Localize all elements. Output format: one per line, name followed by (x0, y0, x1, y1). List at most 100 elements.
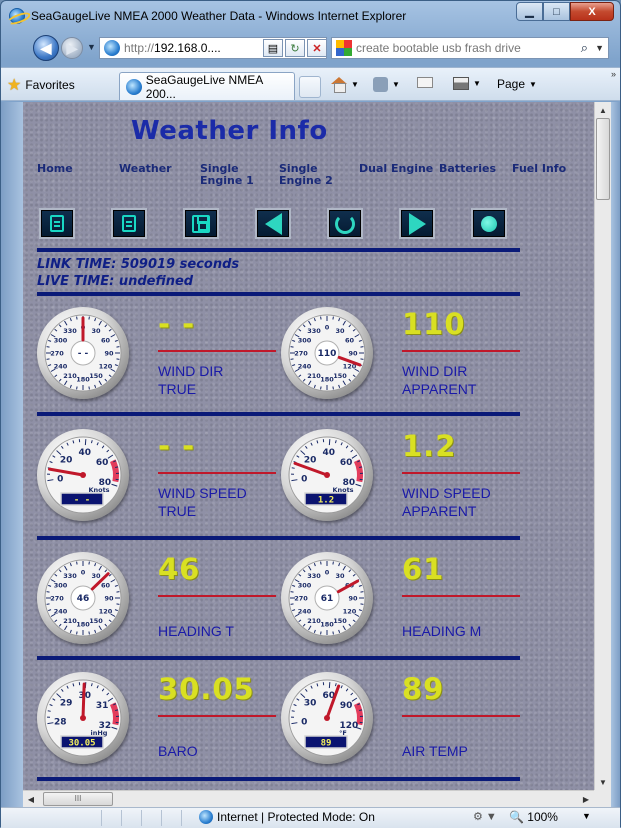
window-title: SeaGaugeLive NMEA 2000 Weather Data - Wi… (31, 9, 406, 23)
baro-label: BARO (158, 742, 198, 760)
status-bar: Internet | Protected Mode: On ⚙ ▼ 🔍 100%… (1, 807, 620, 828)
scroll-down-icon[interactable]: ▼ (595, 774, 611, 790)
mail-button[interactable] (417, 77, 433, 88)
nav-batteries-link[interactable]: Batteries (439, 163, 496, 175)
svg-text:300: 300 (298, 337, 312, 345)
svg-text:30: 30 (91, 572, 101, 580)
svg-text:210: 210 (307, 617, 321, 625)
favorites-button[interactable]: ★ Favorites (7, 75, 75, 95)
chevron-right-icon[interactable]: » (611, 69, 616, 79)
stop-icon[interactable]: ✕ (307, 39, 327, 57)
window-frame-left (1, 102, 23, 808)
live-time-text: LIVE TIME: undefined (37, 274, 193, 289)
search-text: create bootable usb frash drive (356, 41, 521, 55)
nav-fuel-info-link[interactable]: Fuel Info (512, 163, 566, 175)
svg-text:40: 40 (79, 448, 92, 458)
tab-current[interactable]: SeaGaugeLive NMEA 200... (119, 72, 295, 100)
title-bar: SeaGaugeLive NMEA 2000 Weather Data - Wi… (1, 1, 620, 31)
divider (37, 777, 520, 781)
search-field[interactable]: create bootable usb frash drive ⌕ ▼ (331, 37, 609, 59)
play-button[interactable] (399, 208, 435, 239)
compatibility-icon[interactable]: ▤ (263, 39, 283, 57)
baro-underline (158, 715, 276, 717)
scroll-right-icon[interactable]: ▶ (578, 791, 594, 807)
svg-text:210: 210 (63, 617, 77, 625)
back-button[interactable]: ◀ (33, 35, 59, 61)
mail-icon (417, 77, 433, 88)
wind-dir-apparent-label: WIND DIRAPPARENT (402, 362, 476, 398)
svg-text:110: 110 (318, 349, 337, 359)
forward-button[interactable]: ▶ (61, 37, 83, 59)
scroll-left-icon[interactable]: ◀ (23, 791, 39, 807)
svg-text:300: 300 (54, 337, 68, 345)
air-temp-gauge: 0306090120°F89 (281, 672, 373, 764)
minimize-button[interactable]: ▁ (516, 2, 543, 21)
vertical-scroll-thumb[interactable] (596, 118, 610, 200)
zoom-dropdown-icon[interactable]: ▼ (582, 811, 591, 821)
print-button[interactable]: ▼ (453, 77, 481, 90)
wind-speed-true-label: WIND SPEEDTRUE (158, 484, 247, 520)
search-dropdown-icon[interactable]: ▼ (595, 43, 604, 53)
heading-t-value: 46 (158, 552, 200, 586)
scroll-up-icon[interactable]: ▲ (595, 102, 611, 118)
new-tab-button[interactable] (299, 76, 321, 98)
svg-text:89: 89 (321, 739, 332, 749)
wind-speed-apparent-label: WIND SPEEDAPPARENT (402, 484, 491, 520)
page-menu-button[interactable]: Page▼ (497, 77, 537, 91)
svg-text:150: 150 (333, 372, 347, 380)
wind-dir-true-value: - - (158, 307, 195, 341)
close-button[interactable]: X (570, 2, 614, 21)
svg-text:60: 60 (96, 458, 109, 468)
globe-icon (199, 810, 213, 824)
svg-text:46: 46 (77, 594, 90, 604)
home-icon (331, 77, 347, 91)
svg-text:0: 0 (301, 718, 307, 728)
back-arrow-button[interactable] (255, 208, 291, 239)
maximize-button[interactable]: □ (543, 2, 570, 21)
wind-dir-true-underline (158, 350, 276, 352)
page-menu-label: Page (497, 77, 525, 91)
url-host: 192.168.0.... (154, 41, 221, 55)
wind-speed-true-gauge: 020406080Knots- - (37, 429, 129, 521)
nav-home-link[interactable]: Home (37, 163, 73, 175)
wind-speed-true-label-line-2: TRUE (158, 502, 247, 520)
svg-text:90: 90 (104, 595, 114, 603)
air-temp-value: 89 (402, 672, 444, 706)
wind-dir-true-label-line-1: WIND DIR (158, 362, 223, 380)
save-icon (192, 215, 210, 233)
document-button-2[interactable] (111, 208, 147, 239)
wind-dir-true-label: WIND DIRTRUE (158, 362, 223, 398)
horizontal-scrollbar[interactable]: ◀ III ▶ (23, 790, 594, 807)
divider (37, 292, 520, 296)
home-button[interactable]: ▼ (331, 77, 359, 91)
feeds-button[interactable]: ▼ (373, 77, 400, 92)
svg-text:90: 90 (348, 350, 358, 358)
horizontal-scroll-thumb[interactable]: III (43, 792, 113, 806)
nav-single-engine-1-link[interactable]: Single Engine 1 (200, 163, 254, 187)
svg-text:180: 180 (76, 376, 90, 384)
svg-text:270: 270 (50, 350, 64, 358)
wind-dir-true-gauge: 0306090120150180210240270300330- - (37, 307, 129, 399)
svg-text:- -: - - (78, 349, 89, 359)
record-button[interactable] (471, 208, 507, 239)
refresh-button[interactable] (327, 208, 363, 239)
save-button[interactable] (183, 208, 219, 239)
search-icon[interactable]: ⌕ (581, 40, 588, 56)
history-dropdown-icon[interactable]: ▼ (87, 42, 96, 52)
svg-text:30: 30 (335, 327, 345, 335)
zoom-level[interactable]: 🔍 100% (509, 810, 558, 824)
nav-dual-engine-link[interactable]: Dual Engine (359, 163, 433, 175)
nav-weather-link[interactable]: Weather (119, 163, 172, 175)
protected-mode-icon[interactable]: ⚙ ▼ (473, 810, 497, 823)
svg-text:330: 330 (63, 327, 77, 335)
security-zone[interactable]: Internet | Protected Mode: On (199, 810, 375, 824)
scroll-corner (594, 790, 611, 807)
nav-single-engine-2-link[interactable]: Single Engine 2 (279, 163, 333, 187)
divider (37, 248, 520, 252)
back-arrow-icon (265, 213, 282, 235)
refresh-browser-icon[interactable]: ↻ (285, 39, 305, 57)
document-button-1[interactable] (39, 208, 75, 239)
vertical-scrollbar[interactable]: ▲ ▼ (594, 102, 611, 790)
svg-text:0: 0 (325, 569, 330, 577)
wind-speed-apparent-gauge: 020406080Knots1.2 (281, 429, 373, 521)
